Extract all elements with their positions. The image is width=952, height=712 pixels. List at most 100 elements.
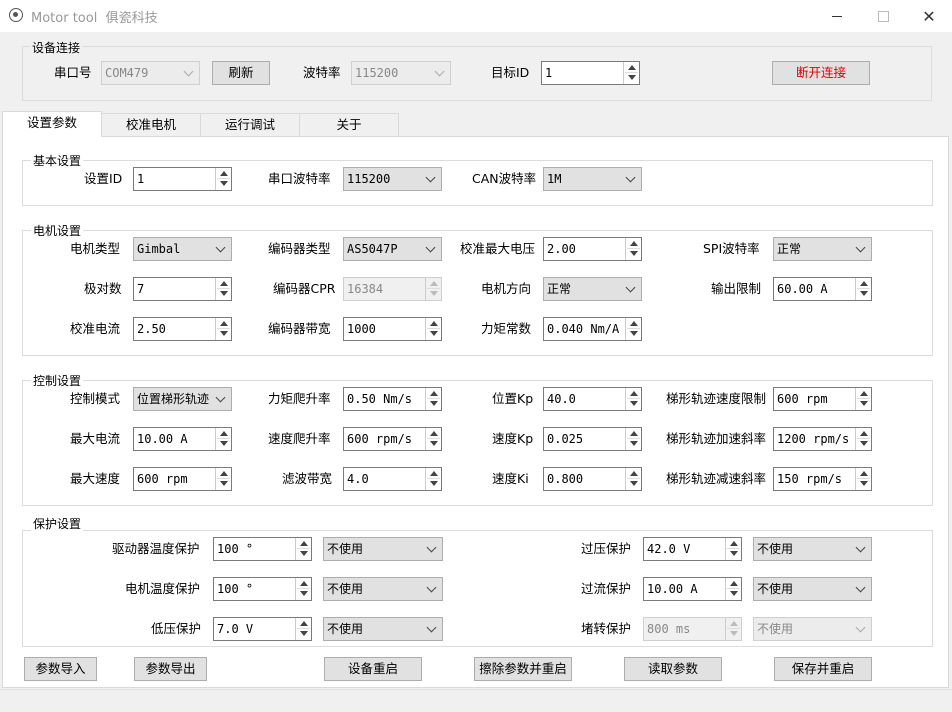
tab-calibrate-motor[interactable]: 校准电机 <box>101 113 201 136</box>
port-select[interactable]: COM479 <box>101 61 200 85</box>
undervolt-mode-select[interactable]: 不使用 <box>323 617 443 641</box>
pos-kp-spinbox[interactable]: 40.0 <box>543 387 642 411</box>
spin-arrows[interactable] <box>215 278 231 300</box>
traj-accel-spinbox[interactable]: 1200 rpm/s <box>773 427 872 451</box>
maximize-button[interactable] <box>860 0 906 32</box>
spin-down-icon[interactable] <box>430 401 438 406</box>
spin-up-icon[interactable] <box>860 281 868 286</box>
stall-spinbox[interactable]: 800 ms <box>643 617 742 641</box>
tab-set-params[interactable]: 设置参数 <box>2 111 102 137</box>
spin-up-icon[interactable] <box>300 621 308 626</box>
spin-arrows[interactable] <box>625 468 641 490</box>
driver-temp-spinbox[interactable]: 100 ° <box>213 537 312 561</box>
overcurrent-mode-select[interactable]: 不使用 <box>753 577 872 601</box>
vel-ramp-spinbox[interactable]: 600 rpm/s <box>343 427 442 451</box>
spin-down-icon[interactable] <box>220 291 228 296</box>
spin-arrows[interactable] <box>625 318 641 340</box>
spin-up-icon[interactable] <box>220 321 228 326</box>
control-mode-select[interactable]: 位置梯形轨迹 <box>133 387 232 411</box>
spin-up-icon[interactable] <box>630 471 638 476</box>
traj-decel-spinbox[interactable]: 150 rpm/s <box>773 467 872 491</box>
spin-arrows[interactable] <box>425 278 441 300</box>
spin-up-icon[interactable] <box>860 471 868 476</box>
max-speed-spinbox[interactable]: 600 rpm <box>133 467 232 491</box>
refresh-button[interactable]: 刷新 <box>212 61 270 85</box>
disconnect-button[interactable]: 断开连接 <box>772 61 870 85</box>
spin-arrows[interactable] <box>425 468 441 490</box>
vel-ki-spinbox[interactable]: 0.800 <box>543 467 642 491</box>
spin-down-icon[interactable] <box>220 481 228 486</box>
pole-pairs-spinbox[interactable]: 7 <box>133 277 232 301</box>
spin-up-icon[interactable] <box>300 541 308 546</box>
spin-down-icon[interactable] <box>300 591 308 596</box>
spin-arrows[interactable] <box>295 578 311 600</box>
cal-current-spinbox[interactable]: 2.50 <box>133 317 232 341</box>
spin-up-icon[interactable] <box>860 391 868 396</box>
can-baud-select[interactable]: 1M <box>543 167 642 191</box>
spin-down-icon[interactable] <box>300 551 308 556</box>
spin-up-icon[interactable] <box>730 581 738 586</box>
spin-down-icon[interactable] <box>220 181 228 186</box>
overcurrent-spinbox[interactable]: 10.00 A <box>643 577 742 601</box>
encoder-bw-spinbox[interactable]: 1000 <box>343 317 442 341</box>
restart-device-button[interactable]: 设备重启 <box>324 657 422 681</box>
baud-select[interactable]: 115200 <box>351 61 451 85</box>
filter-bw-spinbox[interactable]: 4.0 <box>343 467 442 491</box>
spin-arrows[interactable] <box>725 618 741 640</box>
spin-arrows[interactable] <box>215 318 231 340</box>
spin-up-icon[interactable] <box>220 171 228 176</box>
tab-about[interactable]: 关于 <box>299 113 399 136</box>
spin-down-icon[interactable] <box>630 441 638 446</box>
torque-const-spinbox[interactable]: 0.040 Nm/A <box>543 317 642 341</box>
vel-kp-spinbox[interactable]: 0.025 <box>543 427 642 451</box>
motor-type-select[interactable]: Gimbal <box>133 237 232 261</box>
overvolt-mode-select[interactable]: 不使用 <box>753 537 872 561</box>
spin-arrows[interactable] <box>215 168 231 190</box>
spin-up-icon[interactable] <box>220 471 228 476</box>
spin-down-icon[interactable] <box>430 291 438 296</box>
minimize-button[interactable] <box>814 0 860 32</box>
spin-arrows[interactable] <box>855 278 871 300</box>
uart-baud-select[interactable]: 115200 <box>343 167 442 191</box>
export-params-button[interactable]: 参数导出 <box>134 657 207 681</box>
spin-arrows[interactable] <box>215 468 231 490</box>
spin-up-icon[interactable] <box>430 321 438 326</box>
spin-arrows[interactable] <box>295 618 311 640</box>
spin-up-icon[interactable] <box>630 391 638 396</box>
spin-up-icon[interactable] <box>730 621 738 626</box>
spin-arrows[interactable] <box>425 388 441 410</box>
spin-down-icon[interactable] <box>630 251 638 256</box>
spin-up-icon[interactable] <box>300 581 308 586</box>
spin-arrows[interactable] <box>855 428 871 450</box>
spin-down-icon[interactable] <box>300 631 308 636</box>
driver-temp-mode-select[interactable]: 不使用 <box>323 537 443 561</box>
close-button[interactable]: ✕ <box>906 0 952 32</box>
spin-arrows[interactable] <box>855 468 871 490</box>
traj-vel-limit-spinbox[interactable]: 600 rpm <box>773 387 872 411</box>
spin-down-icon[interactable] <box>630 481 638 486</box>
spin-up-icon[interactable] <box>730 541 738 546</box>
spin-up-icon[interactable] <box>430 471 438 476</box>
spin-down-icon[interactable] <box>860 481 868 486</box>
spin-up-icon[interactable] <box>630 241 638 246</box>
spin-down-icon[interactable] <box>860 291 868 296</box>
spin-down-icon[interactable] <box>630 401 638 406</box>
spin-down-icon[interactable] <box>430 481 438 486</box>
cal-max-voltage-spinbox[interactable]: 2.00 <box>543 237 642 261</box>
max-current-spinbox[interactable]: 10.00 A <box>133 427 232 451</box>
spin-up-icon[interactable] <box>430 391 438 396</box>
spin-down-icon[interactable] <box>860 401 868 406</box>
set-id-spinbox[interactable]: 1 <box>133 167 232 191</box>
spin-up-icon[interactable] <box>860 431 868 436</box>
spin-arrows[interactable] <box>725 538 741 560</box>
encoder-cpr-spinbox[interactable]: 16384 <box>343 277 442 301</box>
spin-arrows[interactable] <box>425 318 441 340</box>
output-limit-spinbox[interactable]: 60.00 A <box>773 277 872 301</box>
stall-mode-select[interactable]: 不使用 <box>753 617 872 641</box>
spin-arrows[interactable] <box>625 388 641 410</box>
tab-run-debug[interactable]: 运行调试 <box>200 113 300 136</box>
spin-up-icon[interactable] <box>628 65 636 70</box>
spin-down-icon[interactable] <box>220 441 228 446</box>
spin-up-icon[interactable] <box>430 431 438 436</box>
spin-up-icon[interactable] <box>630 321 638 326</box>
